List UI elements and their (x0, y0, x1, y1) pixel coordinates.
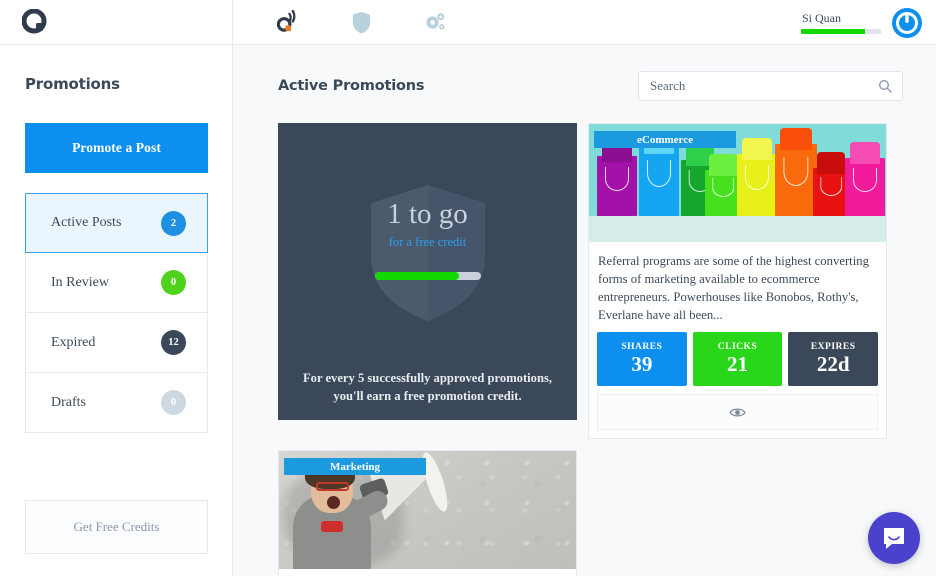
category-badge: Marketing (284, 458, 426, 476)
grid-row: 1 to go for a free credit For every 5 su… (278, 123, 936, 440)
status-badge: 12 (161, 330, 186, 355)
status-badge: 2 (161, 210, 186, 236)
page-title: Active Promotions (278, 78, 425, 94)
promote-a-post-button[interactable]: Promote a Post (25, 123, 208, 173)
sidebar-item-active-posts[interactable]: Active Posts 2 (25, 193, 208, 253)
grid-column: eCommerce Referral programs are some of … (588, 123, 887, 440)
stat-shares[interactable]: SHARES 39 (597, 332, 687, 387)
promotion-card-marketing[interactable]: Marketing (278, 450, 577, 576)
top-bar: Si Quan (233, 0, 936, 45)
status-badge: 0 (161, 390, 186, 415)
stat-value: 22d (816, 352, 850, 377)
grid-column-empty (588, 450, 887, 576)
status-badge: 0 (161, 270, 186, 295)
stat-label: EXPIRES (810, 342, 856, 353)
sidebar-item-label: Expired (51, 334, 96, 350)
gears-settings-icon[interactable] (423, 10, 448, 35)
sidebar-item-label: Drafts (51, 394, 86, 410)
sidebar-logo-bar (0, 0, 232, 45)
free-credit-card: 1 to go for a free credit For every 5 su… (278, 123, 577, 420)
search-box[interactable] (638, 71, 903, 101)
credit-progress-fill (374, 272, 460, 281)
promotions-grid: 1 to go for a free credit For every 5 su… (278, 123, 936, 576)
shield-icon[interactable] (349, 10, 374, 35)
q-logo-icon[interactable] (22, 9, 48, 35)
user-name: Si Quan (802, 11, 841, 25)
grid-column: Marketing (278, 450, 577, 576)
grid-row: Marketing (278, 450, 936, 576)
promotion-excerpt: Want to boost your referral marketing ef… (279, 569, 576, 576)
category-badge: eCommerce (594, 131, 736, 148)
sidebar-item-in-review[interactable]: In Review 0 (25, 253, 208, 313)
shield-watermark: 1 to go for a free credit (367, 183, 489, 323)
promotion-card-ecommerce[interactable]: eCommerce Referral programs are some of … (588, 123, 887, 440)
credit-overlay: 1 to go for a free credit (367, 183, 489, 323)
stat-clicks[interactable]: CLICKS 21 (692, 332, 783, 387)
stat-value: 39 (631, 352, 653, 377)
promotions-app: Promotions Promote a Post Active Posts 2… (0, 0, 936, 576)
promotion-preview-button[interactable] (597, 394, 878, 431)
user-progress-fill (801, 29, 865, 34)
stat-value: 21 (727, 352, 748, 377)
promotion-image: Marketing (279, 451, 576, 570)
credit-headline: 1 to go (387, 198, 468, 230)
credit-subhead: for a free credit (388, 235, 467, 250)
sidebar-title: Promotions (25, 75, 120, 93)
user-meta: Si Quan (801, 11, 881, 34)
search-icon (879, 80, 892, 93)
user-area: Si Quan (801, 0, 922, 45)
sidebar-nav-list: Active Posts 2 In Review 0 Expired 12 Dr… (25, 193, 208, 433)
sidebar: Promotions Promote a Post Active Posts 2… (0, 0, 233, 576)
credit-note: For every 5 successfully approved promot… (302, 371, 553, 404)
intercom-chat-icon (884, 528, 904, 549)
sidebar-item-drafts[interactable]: Drafts 0 (25, 373, 208, 433)
intercom-launcher-button[interactable] (868, 512, 920, 564)
main-area: Si Quan Active Promotions Search 1 to go… (233, 0, 936, 576)
top-nav-icons (233, 9, 448, 35)
search-input[interactable] (650, 78, 878, 94)
content-header: Active Promotions (233, 45, 936, 101)
grid-column: 1 to go for a free credit For every 5 su… (278, 123, 577, 439)
stat-label: CLICKS (717, 342, 758, 353)
get-free-credits-button[interactable]: Get Free Credits (25, 500, 208, 554)
promotion-image: eCommerce (589, 124, 886, 242)
sidebar-item-label: In Review (51, 274, 109, 290)
promotions-broadcast-icon[interactable] (275, 9, 300, 35)
power-avatar-icon (893, 8, 921, 37)
credit-progress-bar (374, 272, 481, 281)
sidebar-item-label: Active Posts (51, 215, 122, 230)
promotion-stats: SHARES 39 CLICKS 21 EXPIRES 22d (589, 332, 886, 394)
stat-expires[interactable]: EXPIRES 22d (788, 332, 879, 387)
stat-label: SHARES (621, 342, 663, 353)
user-progress-bar (801, 29, 881, 34)
promotion-excerpt: Referral programs are some of the highes… (598, 254, 869, 323)
avatar[interactable] (892, 7, 922, 38)
sidebar-item-expired[interactable]: Expired 12 (25, 313, 208, 373)
eye-preview-icon (729, 408, 746, 417)
